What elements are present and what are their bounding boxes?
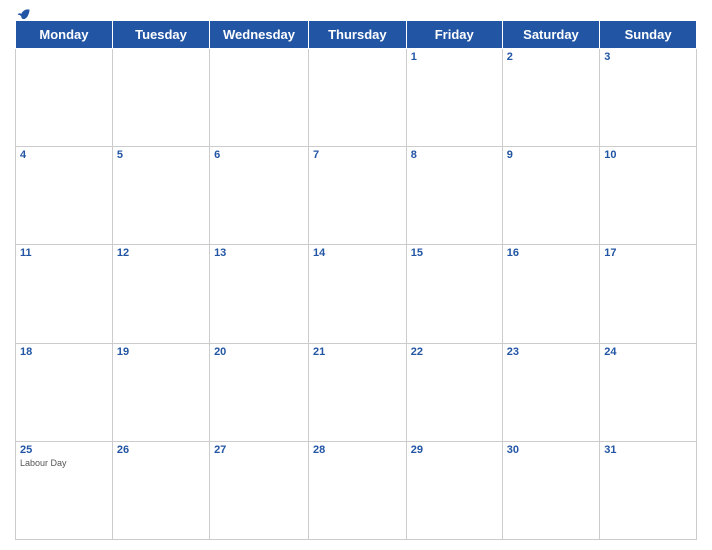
calendar-cell: [16, 49, 113, 147]
calendar-cell: 16: [502, 245, 599, 343]
day-header-wednesday: Wednesday: [210, 21, 309, 49]
day-number: 1: [411, 51, 498, 63]
day-number: 9: [507, 149, 595, 161]
day-header-thursday: Thursday: [308, 21, 406, 49]
day-header-monday: Monday: [16, 21, 113, 49]
calendar-cell: 15: [406, 245, 502, 343]
logo-blue-text: [15, 7, 31, 21]
calendar-cell: 26: [112, 441, 209, 539]
day-number: 30: [507, 444, 595, 456]
day-number: 22: [411, 346, 498, 358]
calendar-cell: 6: [210, 147, 309, 245]
week-row-1: 123: [16, 49, 697, 147]
calendar-cell: 29: [406, 441, 502, 539]
calendar-cell: 1: [406, 49, 502, 147]
calendar-cell: 17: [600, 245, 697, 343]
day-number: 14: [313, 247, 402, 259]
day-header-tuesday: Tuesday: [112, 21, 209, 49]
calendar-cell: 13: [210, 245, 309, 343]
logo-bird-icon: [17, 7, 31, 21]
calendar-cell: 21: [308, 343, 406, 441]
day-number: 24: [604, 346, 692, 358]
day-number: 20: [214, 346, 304, 358]
days-header-row: MondayTuesdayWednesdayThursdayFridaySatu…: [16, 21, 697, 49]
day-number: 10: [604, 149, 692, 161]
calendar-cell: 4: [16, 147, 113, 245]
calendar-cell: 12: [112, 245, 209, 343]
calendar-cell: 10: [600, 147, 697, 245]
calendar-cell: 30: [502, 441, 599, 539]
day-number: 4: [20, 149, 108, 161]
day-number: 26: [117, 444, 205, 456]
holiday-label: Labour Day: [20, 458, 108, 468]
day-number: 5: [117, 149, 205, 161]
day-number: 28: [313, 444, 402, 456]
calendar-cell: [308, 49, 406, 147]
calendar-cell: 8: [406, 147, 502, 245]
calendar-cell: 31: [600, 441, 697, 539]
day-header-friday: Friday: [406, 21, 502, 49]
calendar-cell: 20: [210, 343, 309, 441]
day-number: 16: [507, 247, 595, 259]
calendar-cell: 11: [16, 245, 113, 343]
calendar-cell: 19: [112, 343, 209, 441]
day-header-saturday: Saturday: [502, 21, 599, 49]
calendar-cell: 9: [502, 147, 599, 245]
calendar-cell: [210, 49, 309, 147]
day-number: 7: [313, 149, 402, 161]
calendar-cell: 23: [502, 343, 599, 441]
calendar-cell: 25 Labour Day: [16, 441, 113, 539]
day-number: 11: [20, 247, 108, 259]
day-number: 2: [507, 51, 595, 63]
day-number: 21: [313, 346, 402, 358]
day-header-sunday: Sunday: [600, 21, 697, 49]
calendar-cell: 28: [308, 441, 406, 539]
week-row-3: 11 12 13 14 15 16 17: [16, 245, 697, 343]
day-number: 25: [20, 444, 108, 456]
day-number: 17: [604, 247, 692, 259]
day-number: 13: [214, 247, 304, 259]
calendar-cell: 24: [600, 343, 697, 441]
day-number: 29: [411, 444, 498, 456]
day-number: 3: [604, 51, 692, 63]
calendar-cell: 2: [502, 49, 599, 147]
day-number: 27: [214, 444, 304, 456]
logo: [15, 7, 31, 21]
week-row-5: 25 Labour Day 26 27 28 29 30 31: [16, 441, 697, 539]
calendar-cell: 7: [308, 147, 406, 245]
calendar-cell: [112, 49, 209, 147]
calendar-cell: 5: [112, 147, 209, 245]
week-row-4: 18 19 20 21 22 23 24: [16, 343, 697, 441]
day-number: 15: [411, 247, 498, 259]
day-number: 12: [117, 247, 205, 259]
calendar-cell: 3: [600, 49, 697, 147]
calendar-cell: 22: [406, 343, 502, 441]
calendar-cell: 18: [16, 343, 113, 441]
day-number: 18: [20, 346, 108, 358]
day-number: 19: [117, 346, 205, 358]
week-row-2: 456789 10: [16, 147, 697, 245]
day-number: 8: [411, 149, 498, 161]
day-number: 31: [604, 444, 692, 456]
calendar-cell: 14: [308, 245, 406, 343]
calendar-table: MondayTuesdayWednesdayThursdayFridaySatu…: [15, 20, 697, 540]
calendar-cell: 27: [210, 441, 309, 539]
day-number: 6: [214, 149, 304, 161]
day-number: 23: [507, 346, 595, 358]
